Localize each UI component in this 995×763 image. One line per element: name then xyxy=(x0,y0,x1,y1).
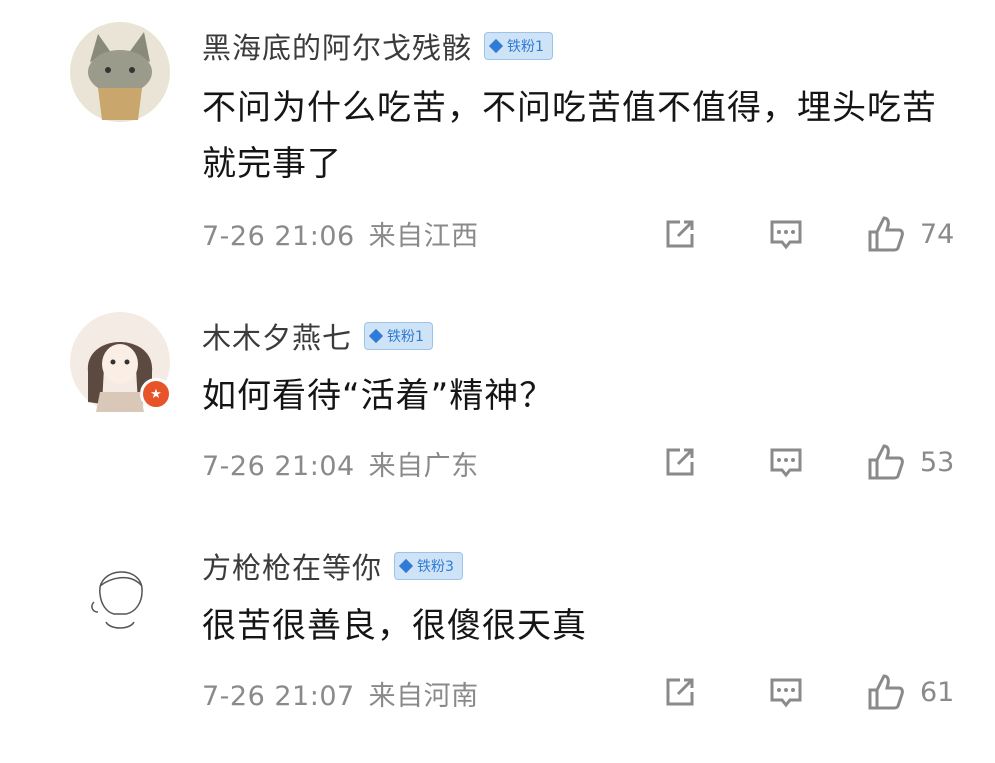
fan-badge: 铁粉1 xyxy=(484,32,553,60)
thumbs-up-icon xyxy=(868,216,904,252)
share-icon[interactable] xyxy=(660,672,700,712)
fan-badge: 铁粉1 xyxy=(364,322,433,350)
diamond-icon xyxy=(398,558,414,574)
comment-time: 7-26 21:07 xyxy=(202,681,355,712)
fan-badge: 铁粉3 xyxy=(394,552,463,580)
avatar[interactable] xyxy=(70,542,170,642)
verified-star-icon: ★ xyxy=(140,378,172,410)
comment-meta: 7-26 21:06 来自江西 xyxy=(202,214,479,253)
fan-badge-label: 铁粉1 xyxy=(507,39,544,55)
comment-location: 来自江西 xyxy=(368,221,479,252)
thumbs-up-icon xyxy=(868,674,904,710)
like-button[interactable]: 74 xyxy=(866,214,954,254)
cat-avatar-icon xyxy=(70,22,170,122)
comment-text: 如何看待“活着”精神？ xyxy=(202,376,555,416)
comment-text: 很苦很善良，很傻很天真 xyxy=(202,606,587,646)
avatar[interactable]: ★ xyxy=(70,312,172,412)
comment-header: 木木夕燕七 铁粉1 xyxy=(202,316,433,356)
username[interactable]: 黑海底的阿尔戈残骸 xyxy=(202,25,472,67)
comment-actions: 53 xyxy=(660,442,954,482)
fan-badge-label: 铁粉3 xyxy=(417,559,454,575)
comment-text: 不问为什么吃苦，不问吃苦值不值得，埋头吃苦就完事了 xyxy=(202,88,937,184)
comment-actions: 74 xyxy=(660,214,954,254)
like-count: 61 xyxy=(920,676,955,708)
sketch-avatar-icon xyxy=(70,542,170,642)
avatar[interactable] xyxy=(70,22,170,122)
diamond-icon xyxy=(488,38,504,54)
thumbs-up-icon xyxy=(868,444,904,480)
reply-icon[interactable] xyxy=(766,672,806,712)
diamond-icon xyxy=(368,328,384,344)
share-icon[interactable] xyxy=(660,442,700,482)
comment-list: 黑海底的阿尔戈残骸 铁粉1 不问为什么吃苦，不问吃苦值不值得，埋头吃苦就完事了 … xyxy=(0,0,995,730)
comment-time: 7-26 21:06 xyxy=(202,221,355,252)
username[interactable]: 方枪枪在等你 xyxy=(202,545,382,587)
comment-location: 来自广东 xyxy=(368,451,479,482)
comment-header: 方枪枪在等你 铁粉3 xyxy=(202,546,463,586)
comment-item: 方枪枪在等你 铁粉3 很苦很善良，很傻很天真 7-26 21:07 来自河南 6… xyxy=(0,520,995,763)
comment-meta: 7-26 21:04 来自广东 xyxy=(202,444,479,483)
comment-item: 黑海底的阿尔戈残骸 铁粉1 不问为什么吃苦，不问吃苦值不值得，埋头吃苦就完事了 … xyxy=(0,0,995,252)
reply-icon[interactable] xyxy=(766,442,806,482)
fan-badge-label: 铁粉1 xyxy=(387,329,424,345)
share-icon[interactable] xyxy=(660,214,700,254)
comment-actions: 61 xyxy=(660,672,954,712)
reply-icon[interactable] xyxy=(766,214,806,254)
comment-time: 7-26 21:04 xyxy=(202,451,355,482)
like-count: 53 xyxy=(920,446,955,478)
comment-meta: 7-26 21:07 来自河南 xyxy=(202,674,479,713)
like-count: 74 xyxy=(920,218,955,250)
username[interactable]: 木木夕燕七 xyxy=(202,315,352,357)
like-button[interactable]: 53 xyxy=(866,442,954,482)
comment-item: ★ 木木夕燕七 铁粉1 如何看待“活着”精神？ 7-26 21:04 来自广东 xyxy=(0,290,995,533)
comment-header: 黑海底的阿尔戈残骸 铁粉1 xyxy=(202,26,553,66)
comment-location: 来自河南 xyxy=(368,681,479,712)
like-button[interactable]: 61 xyxy=(866,672,954,712)
